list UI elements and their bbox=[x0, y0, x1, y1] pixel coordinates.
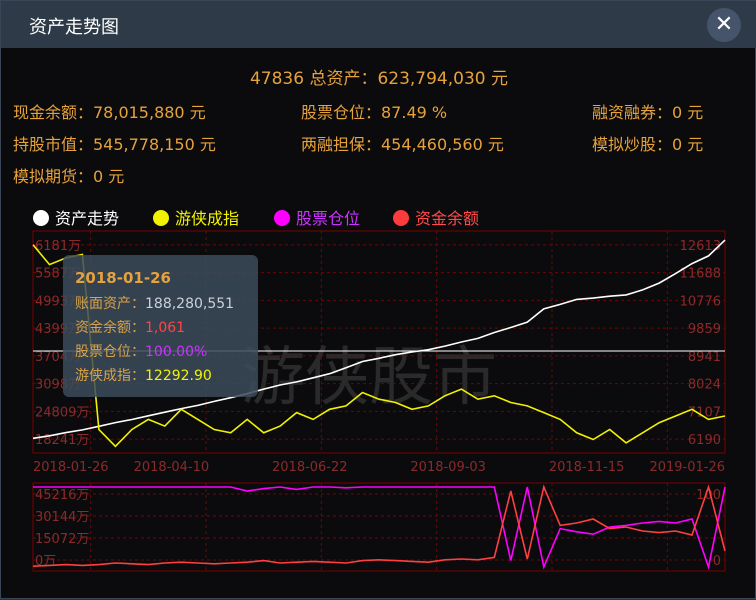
tooltip-row-index: 游侠成指：12292.90 bbox=[75, 368, 212, 384]
y-tick-left: 24809万 bbox=[35, 405, 89, 420]
y-tick-left: 15072万 bbox=[35, 532, 89, 547]
x-tick: 2018-06-22 bbox=[272, 460, 348, 475]
y-tick-right: 8024 bbox=[688, 378, 721, 393]
y-tick-right: 9859 bbox=[688, 322, 721, 337]
x-tick: 2018-04-10 bbox=[134, 460, 210, 475]
asset-trend-window: 资产走势图 ✕ 47836 总资产：623,794,030 元 现金余额：78,… bbox=[0, 0, 756, 599]
y-tick-right: 11688 bbox=[680, 267, 721, 282]
y-tick-right: 6190 bbox=[688, 433, 721, 448]
tooltip-row-cash: 资金余额：1,061 bbox=[75, 320, 186, 336]
y-tick-left: 45216万 bbox=[35, 488, 89, 503]
x-tick: 2019-01-26 bbox=[649, 460, 725, 475]
tooltip-row-position: 股票仓位：100.00% bbox=[75, 344, 208, 360]
y-tick-left: 18241万 bbox=[35, 433, 89, 448]
y-tick-right: 10776 bbox=[680, 294, 721, 309]
y-tick-right: 8941 bbox=[688, 350, 721, 365]
y-tick-right: 12613 bbox=[680, 239, 721, 254]
tooltip-date: 2018-01-26 bbox=[75, 269, 171, 287]
y-tick-left: 0万 bbox=[35, 554, 56, 569]
position-chart: 45216万30144万15072万0万1000 bbox=[32, 482, 726, 572]
x-tick: 2018-09-03 bbox=[410, 460, 486, 475]
watermark: 游侠股市 bbox=[241, 341, 497, 415]
y-tick-left: 30144万 bbox=[35, 510, 89, 525]
x-tick: 2018-11-15 bbox=[549, 460, 625, 475]
y-tick-left: 6181万 bbox=[35, 239, 81, 254]
x-tick: 2018-01-26 bbox=[33, 460, 109, 475]
chart-tooltip: 2018-01-26 账面资产：188,280,551 资金余额：1,061 股… bbox=[63, 255, 258, 397]
y-tick-right: 0 bbox=[713, 554, 721, 569]
tooltip-row-book-assets: 账面资产：188,280,551 bbox=[75, 296, 235, 312]
